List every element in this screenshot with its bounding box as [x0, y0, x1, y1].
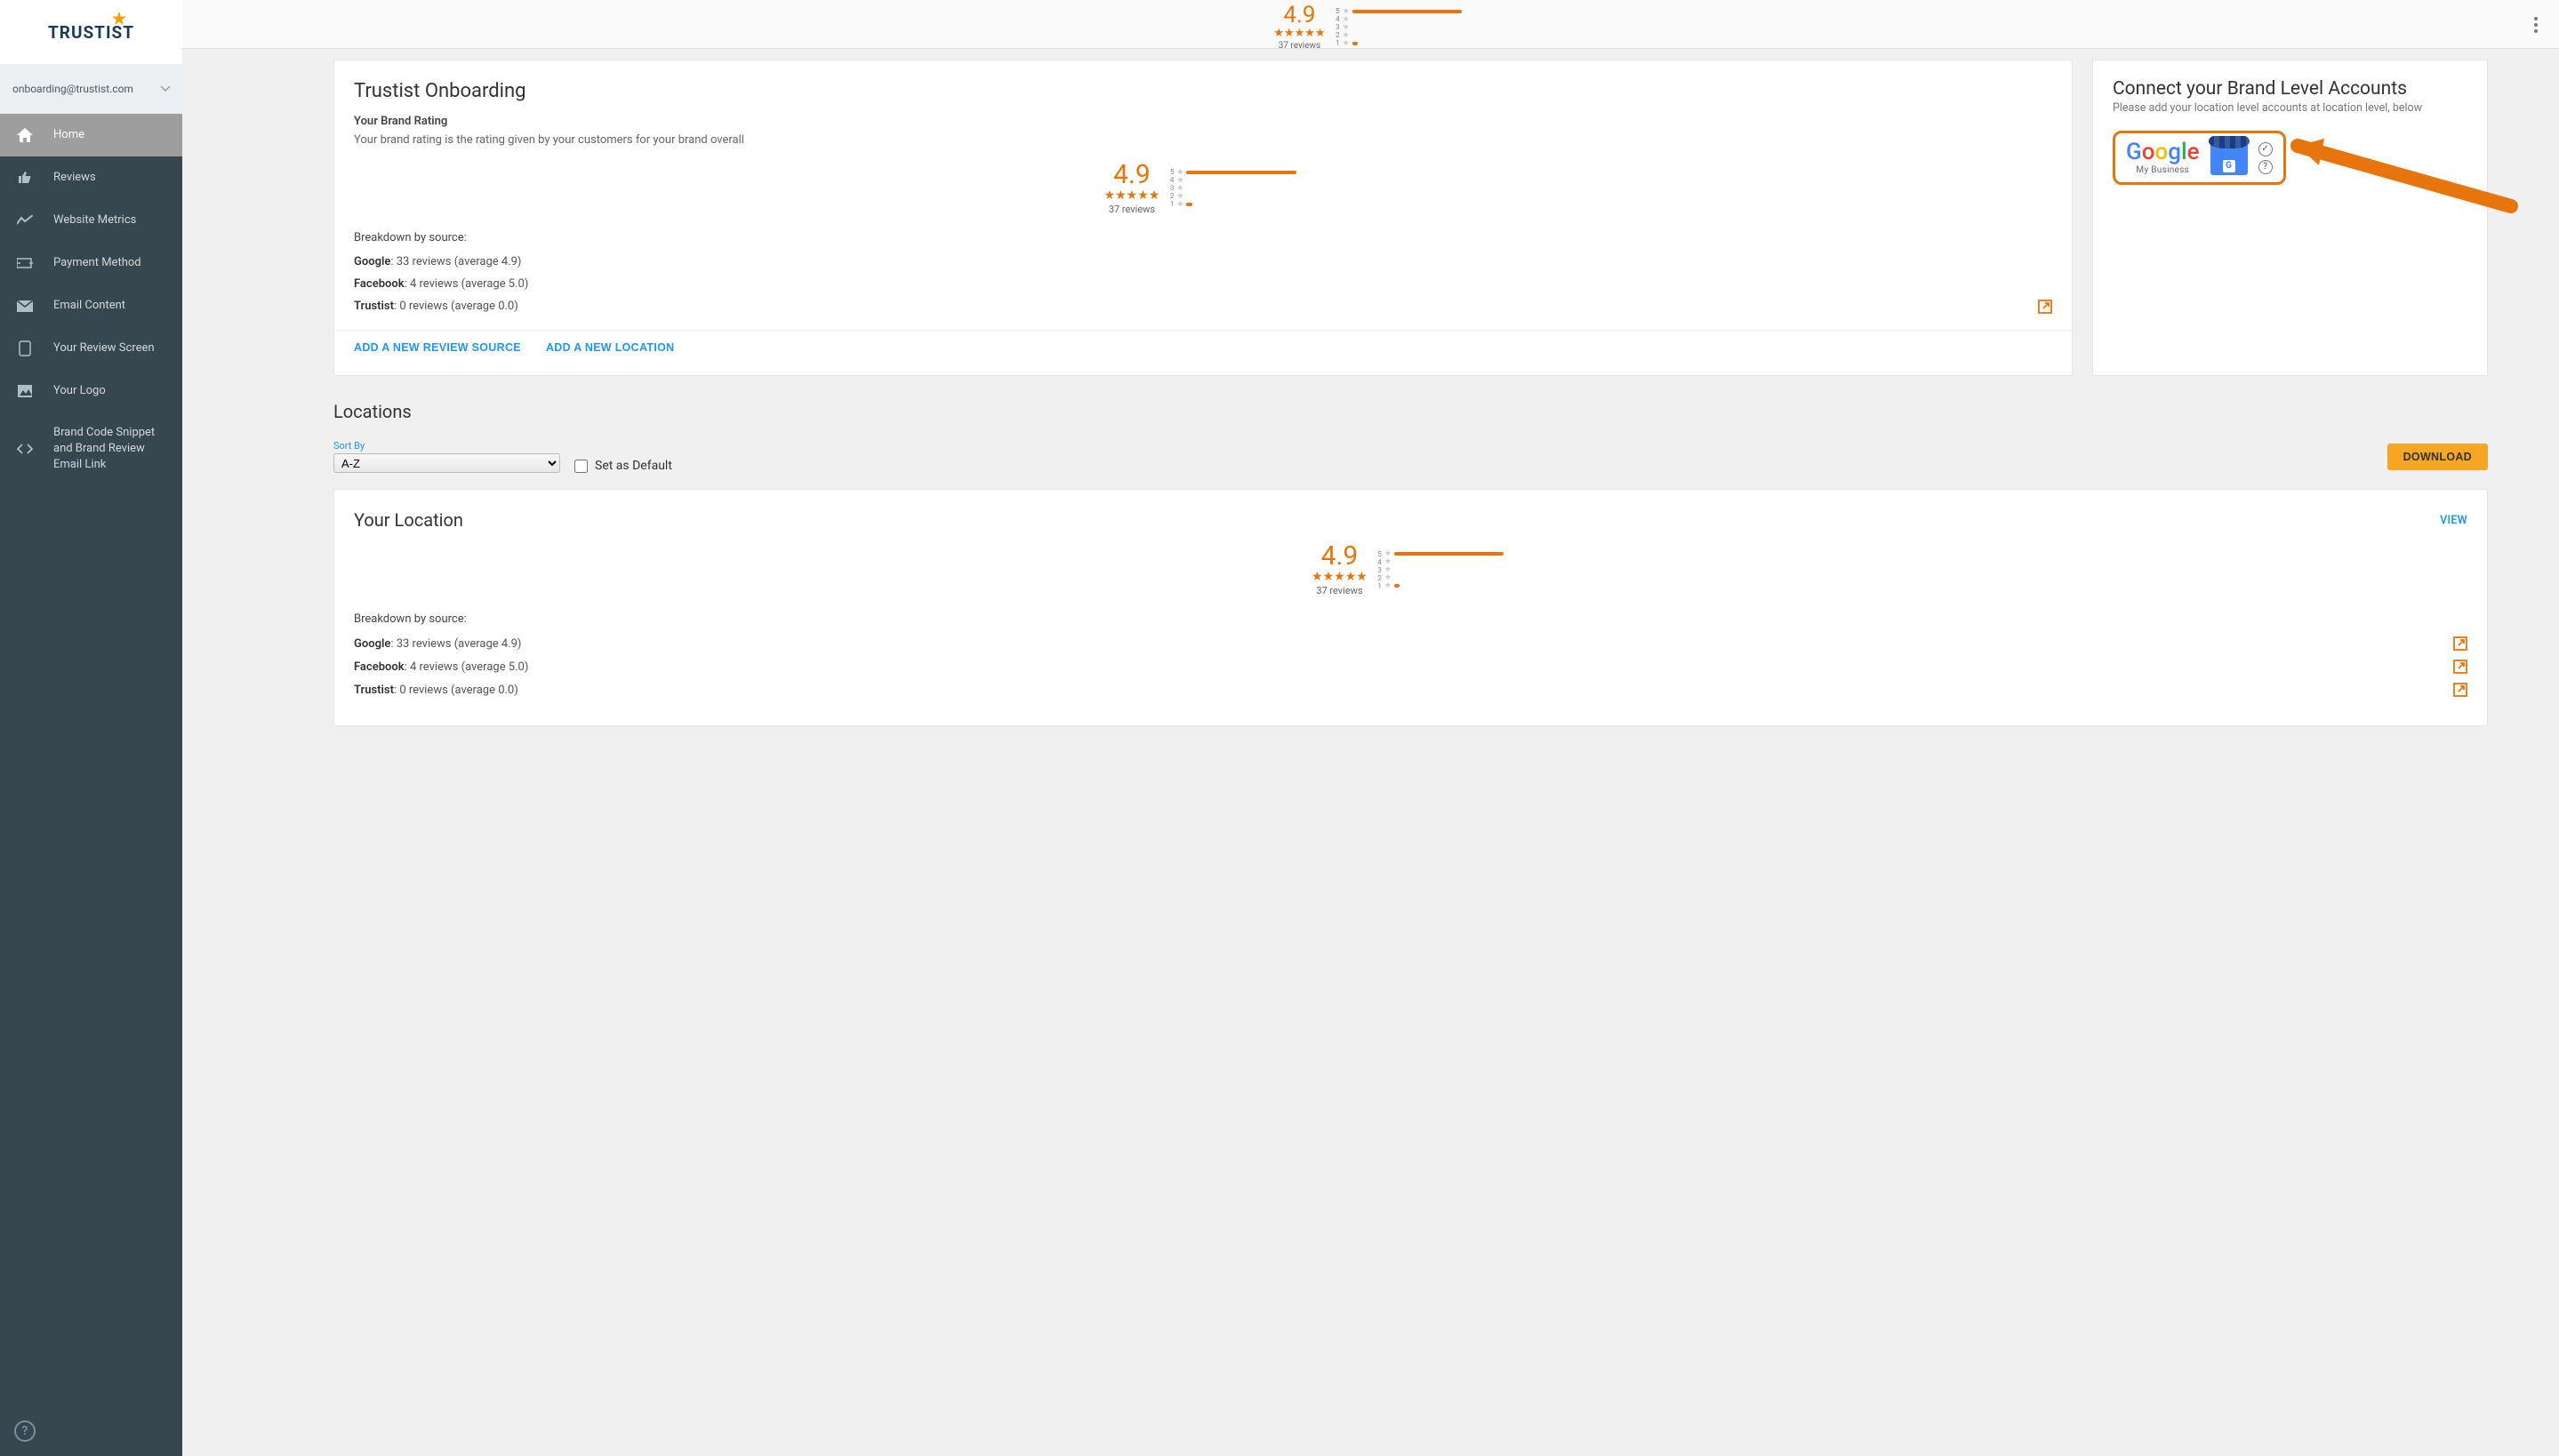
card-title: Connect your Brand Level Accounts [2113, 78, 2467, 100]
add-review-source-button[interactable]: ADD A NEW REVIEW SOURCE [354, 341, 521, 354]
breakdown: Breakdown by source: Google: 33 reviews … [354, 231, 2052, 314]
rating-score: 4.9 [1312, 543, 1368, 570]
sidebar-item-snippet[interactable]: Brand Code Snippet and Brand Review Emai… [0, 412, 182, 486]
source-line: Trustist: 0 reviews (average 0.0) [354, 683, 2467, 697]
store-icon: G [2210, 141, 2248, 175]
card-subtitle: Please add your location level accounts … [2113, 101, 2467, 115]
source-line: Facebook: 4 reviews (average 5.0) [354, 660, 2467, 674]
main: 4.9 ★★★★★ 37 reviews 5★ 4★ 3★ 2★ 1★ Trus… [182, 0, 2559, 1456]
google-logo: Google My Business [2126, 140, 2200, 175]
google-sublabel: My Business [2136, 165, 2189, 175]
thumbs-icon [16, 169, 34, 187]
check-icon: ✓ [2258, 142, 2273, 156]
onboarding-card: Trustist Onboarding Your Brand Rating Yo… [333, 60, 2073, 376]
source-line: Google: 33 reviews (average 4.9) [354, 636, 2467, 651]
rating-stars: ★★★★★ [1312, 570, 1368, 584]
sidebar: ★ TRUSTIST onboarding@trustist.com Home … [0, 0, 182, 1456]
card-title: Trustist Onboarding [354, 80, 2052, 102]
breakdown-label: Breakdown by source: [354, 612, 2467, 626]
rating-distribution: 5★ 4★ 3★ 2★ 1★ [1335, 8, 1468, 47]
more-menu-icon[interactable] [2534, 14, 2538, 36]
default-label: Set as Default [595, 459, 672, 473]
nav-label: Home [53, 127, 84, 143]
google-my-business-button[interactable]: Google My Business G ✓ ? [2113, 131, 2286, 185]
user-menu[interactable]: onboarding@trustist.com [0, 64, 182, 114]
tablet-icon [16, 340, 34, 357]
sort-select[interactable]: A-Z [333, 453, 560, 473]
sidebar-item-email[interactable]: Email Content [0, 284, 182, 327]
home-icon [16, 126, 34, 144]
chevron-down-icon [161, 86, 170, 92]
sidebar-footer: ? [0, 1406, 182, 1456]
sidebar-item-metrics[interactable]: Website Metrics [0, 199, 182, 242]
add-location-button[interactable]: ADD A NEW LOCATION [546, 341, 675, 354]
source-line: Trustist: 0 reviews (average 0.0) [354, 300, 2052, 314]
sort-label: Sort By [333, 440, 560, 452]
sidebar-item-home[interactable]: Home [0, 114, 182, 156]
rating-count: 37 reviews [1104, 204, 1160, 215]
source-line: Google: 33 reviews (average 4.9) [354, 255, 2052, 268]
rating-count: 37 reviews [1312, 585, 1368, 596]
nav-label: Website Metrics [53, 212, 136, 228]
breakdown: Breakdown by source: Google: 33 reviews … [354, 612, 2467, 697]
breakdown-label: Breakdown by source: [354, 231, 2052, 244]
chart-icon [16, 212, 34, 229]
code-icon [16, 440, 34, 458]
content: Trustist Onboarding Your Brand Rating Yo… [182, 49, 2559, 762]
default-checkbox-label[interactable]: Set as Default [574, 459, 672, 473]
nav-label: Your Review Screen [53, 340, 155, 356]
arrow-annotation-icon [2280, 135, 2520, 224]
logo-area: ★ TRUSTIST [0, 0, 182, 64]
rating-score: 4.9 [1273, 4, 1325, 27]
card-actions: ADD A NEW REVIEW SOURCE ADD A NEW LOCATI… [334, 330, 2072, 364]
locations-header: Locations [333, 401, 2488, 422]
open-link-icon[interactable] [2038, 300, 2052, 314]
locations-controls: Sort By A-Z Set as Default DOWNLOAD [333, 440, 2488, 473]
nav: Home Reviews Website Metrics Payment Met… [0, 114, 182, 486]
nav-label: Payment Method [53, 255, 141, 271]
rating-distribution: 5★ 4★ 3★ 2★ 1★ [1168, 169, 1302, 208]
rating-count: 37 reviews [1273, 41, 1325, 51]
connect-card: Connect your Brand Level Accounts Please… [2092, 60, 2488, 376]
location-rating: 4.9 ★★★★★ 37 reviews 5★ 4★ 3★ 2★ 1★ [1312, 543, 1510, 596]
sidebar-item-payment[interactable]: Payment Method [0, 242, 182, 284]
open-link-icon[interactable] [2453, 636, 2467, 651]
nav-label: Reviews [53, 170, 96, 186]
payment-icon [16, 254, 34, 272]
nav-label: Email Content [53, 298, 125, 314]
user-email: onboarding@trustist.com [12, 83, 133, 95]
image-icon [16, 382, 34, 400]
nav-label: Brand Code Snippet and Brand Review Emai… [53, 425, 166, 474]
nav-label: Your Logo [53, 383, 106, 399]
brand-logo: ★ TRUSTIST [48, 22, 134, 43]
sort-group: Sort By A-Z [333, 440, 560, 473]
rating-stars: ★★★★★ [1273, 27, 1325, 40]
location-title: Your Location [354, 509, 463, 531]
status-icons: ✓ ? [2258, 142, 2273, 174]
section-label: Your Brand Rating [354, 115, 2052, 128]
download-button[interactable]: DOWNLOAD [2387, 444, 2488, 470]
location-card: Your Location VIEW 4.9 ★★★★★ 37 reviews … [333, 489, 2488, 726]
brand-rating: 4.9 ★★★★★ 37 reviews 5★ 4★ 3★ 2★ 1★ [1104, 162, 1303, 215]
topbar-rating: 4.9 ★★★★★ 37 reviews 5★ 4★ 3★ 2★ 1★ [1273, 4, 1467, 51]
help-icon[interactable]: ? [14, 1420, 36, 1442]
section-desc: Your brand rating is the rating given by… [354, 132, 2052, 149]
open-link-icon[interactable] [2453, 683, 2467, 697]
open-link-icon[interactable] [2453, 660, 2467, 674]
view-link[interactable]: VIEW [2440, 514, 2467, 527]
sidebar-item-logo[interactable]: Your Logo [0, 370, 182, 412]
rating-distribution: 5★ 4★ 3★ 2★ 1★ [1376, 550, 1510, 589]
rating-score: 4.9 [1104, 162, 1160, 188]
sidebar-item-review-screen[interactable]: Your Review Screen [0, 327, 182, 370]
rating-stars: ★★★★★ [1104, 188, 1160, 203]
default-checkbox[interactable] [574, 460, 588, 473]
source-line: Facebook: 4 reviews (average 5.0) [354, 277, 2052, 291]
sidebar-item-reviews[interactable]: Reviews [0, 156, 182, 199]
email-icon [16, 297, 34, 315]
topbar: 4.9 ★★★★★ 37 reviews 5★ 4★ 3★ 2★ 1★ [182, 0, 2559, 49]
question-icon: ? [2258, 160, 2273, 174]
star-icon: ★ [112, 10, 127, 28]
